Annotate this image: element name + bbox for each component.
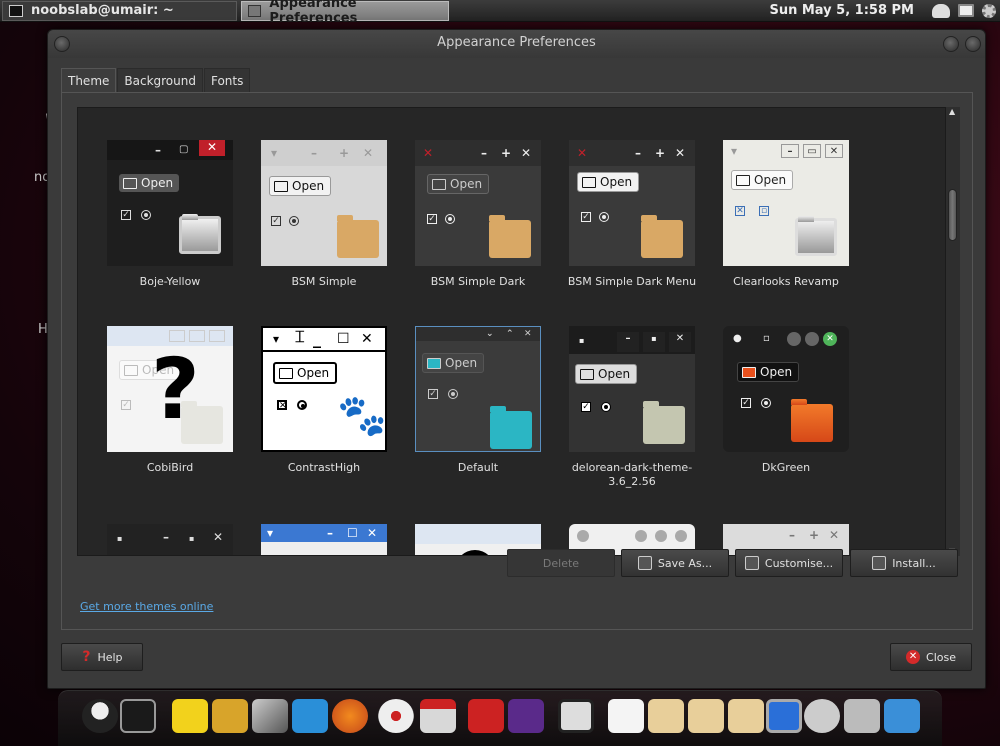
camera-icon[interactable]: [932, 3, 950, 18]
help-button[interactable]: ? Help: [61, 643, 143, 671]
save-icon: [637, 556, 652, 570]
taskbar-appearance-label: Appearance Preferences: [269, 0, 358, 26]
window-title: Appearance Preferences: [437, 35, 596, 50]
theme-name: CobiBird: [146, 461, 194, 474]
theme-preview-open-label: Open: [600, 175, 633, 189]
appearance-preferences-window: Appearance Preferences Theme Background …: [47, 29, 986, 689]
theme-preview-open-label: Open: [297, 366, 330, 380]
theme-name: BSM Simple Dark Menu: [567, 275, 697, 288]
firefox-icon[interactable]: [332, 699, 368, 733]
gear-icon[interactable]: [982, 3, 996, 18]
scrollbar-thumb[interactable]: [948, 189, 957, 241]
dock: [58, 690, 942, 746]
terminal-icon: [9, 4, 23, 17]
folder-clock-icon[interactable]: [688, 699, 724, 733]
delete-label: Delete: [542, 556, 580, 570]
theme-list[interactable]: – ▢ ✕ Open ✓ Boje-Yellow ▾ – + ✕ Open ✓ …: [77, 107, 946, 556]
theme-thumbnail: ✕ – + ✕ Open ✓: [569, 140, 695, 266]
edit-icon: [744, 556, 759, 570]
theme-thumbnail: ● ▫ ✕ Open ✓: [723, 326, 849, 452]
install-label: Install...: [892, 556, 936, 570]
install-icon: [872, 556, 887, 570]
tab-background[interactable]: Background: [117, 68, 203, 92]
monitor-icon[interactable]: [766, 699, 802, 733]
titlebar[interactable]: Appearance Preferences: [48, 30, 985, 58]
scroll-up-arrow-icon[interactable]: ▲: [949, 107, 955, 116]
theme-name: DkGreen: [761, 461, 811, 474]
get-more-themes-link[interactable]: Get more themes online: [80, 600, 213, 613]
theme-preview-open-label: Open: [754, 173, 787, 187]
theme-list-scrollbar[interactable]: ▲ ▼: [946, 107, 960, 556]
spongebob-icon[interactable]: [172, 699, 208, 733]
top-panel: noobslab@umair: ~ Appearance Preferences…: [0, 0, 1000, 26]
pen-icon[interactable]: [252, 699, 288, 733]
close-window-button[interactable]: [965, 36, 981, 52]
help-label: Help: [97, 650, 123, 664]
tux-icon[interactable]: [82, 699, 118, 733]
tab-theme[interactable]: Theme: [61, 68, 117, 93]
theme-thumbnail: ▪ – ▪ ✕: [107, 524, 233, 555]
close-label: Close: [926, 650, 956, 664]
theme-preview-open-label: Open: [760, 365, 793, 379]
cat-icon[interactable]: [212, 699, 248, 733]
downloads-icon[interactable]: [728, 699, 764, 733]
clock[interactable]: Sun May 5, 1:58 PM: [769, 3, 914, 18]
save-as-label: Save As...: [657, 556, 713, 570]
dancer-icon[interactable]: [508, 699, 544, 733]
terminal-icon[interactable]: [120, 699, 156, 733]
close-icon: ✕: [906, 650, 921, 664]
theme-thumbnail: ▾ – + ✕ Open ✓: [261, 140, 387, 266]
theme-name: Clearlooks Revamp: [733, 275, 839, 288]
theme-name: delorean-dark-theme-3.6_2.56: [571, 461, 693, 488]
customise-button[interactable]: Customise...: [735, 549, 843, 577]
theme-name: Default: [457, 461, 499, 474]
theme-thumbnail: ⌄ ⌃ ✕ Open ✓: [415, 326, 541, 452]
taskbar-terminal-label: noobslab@umair: ~: [31, 3, 174, 18]
theme-preview-open-label: Open: [292, 179, 325, 193]
close-button[interactable]: ✕ Close: [890, 643, 972, 671]
theme-name: BSM Simple: [291, 275, 357, 288]
theme-preview-open-label: Open: [445, 356, 478, 370]
theme-preview-open-label: Open: [450, 177, 483, 191]
dvd-icon[interactable]: [378, 699, 414, 733]
install-button[interactable]: Install...: [850, 549, 958, 577]
theme-name: Boje-Yellow: [139, 275, 201, 288]
theme-thumbnail: ▾ – ☐ ✕: [261, 524, 387, 555]
theme-name: BSM Simple Dark: [430, 275, 526, 288]
theme-tab-panel: – ▢ ✕ Open ✓ Boje-Yellow ▾ – + ✕ Open ✓ …: [61, 92, 973, 630]
owl-icon[interactable]: [292, 699, 328, 733]
theme-thumbnail: ✕ – + ✕ Open ✓: [415, 140, 541, 266]
theme-thumbnail: ▪ – ▪ ✕ Open ✓: [569, 326, 695, 452]
save-as-button[interactable]: Save As...: [621, 549, 729, 577]
tab-fonts[interactable]: Fonts: [203, 68, 251, 92]
taskbar-appearance[interactable]: Appearance Preferences: [241, 0, 449, 26]
accessibility-icon[interactable]: [804, 699, 840, 733]
customise-label: Customise...: [764, 556, 834, 570]
youtube-icon[interactable]: [468, 699, 504, 733]
window-icon: [248, 4, 262, 17]
folder-icon[interactable]: [648, 699, 684, 733]
delete-button[interactable]: Delete: [507, 549, 615, 577]
help-icon: ?: [82, 649, 91, 665]
home-icon[interactable]: [608, 699, 644, 733]
maximize-button[interactable]: [943, 36, 959, 52]
suit-icon[interactable]: [558, 699, 594, 733]
theme-name: ContrastHigh: [287, 461, 361, 474]
network-icon[interactable]: [884, 699, 920, 733]
speaker-icon[interactable]: [844, 699, 880, 733]
taskbar-terminal[interactable]: noobslab@umair: ~: [2, 0, 237, 21]
gmail-icon[interactable]: [420, 699, 456, 733]
theme-thumbnail: ▾ ⌶ _ ☐ ✕ Open ✕ 🐾: [261, 326, 387, 452]
theme-preview-open-label: Open: [141, 176, 174, 190]
tab-bar: Theme Background Fonts: [61, 68, 251, 93]
theme-thumbnail: ▾ – ▭ ✕ Open ✕ ▫: [723, 140, 849, 266]
theme-preview-open-label: Open: [598, 367, 631, 381]
monitor-icon[interactable]: [958, 4, 974, 17]
theme-thumbnail: – ▢ ✕ Open ✓: [107, 140, 233, 266]
theme-thumbnail: Open ? ✓: [107, 326, 233, 452]
